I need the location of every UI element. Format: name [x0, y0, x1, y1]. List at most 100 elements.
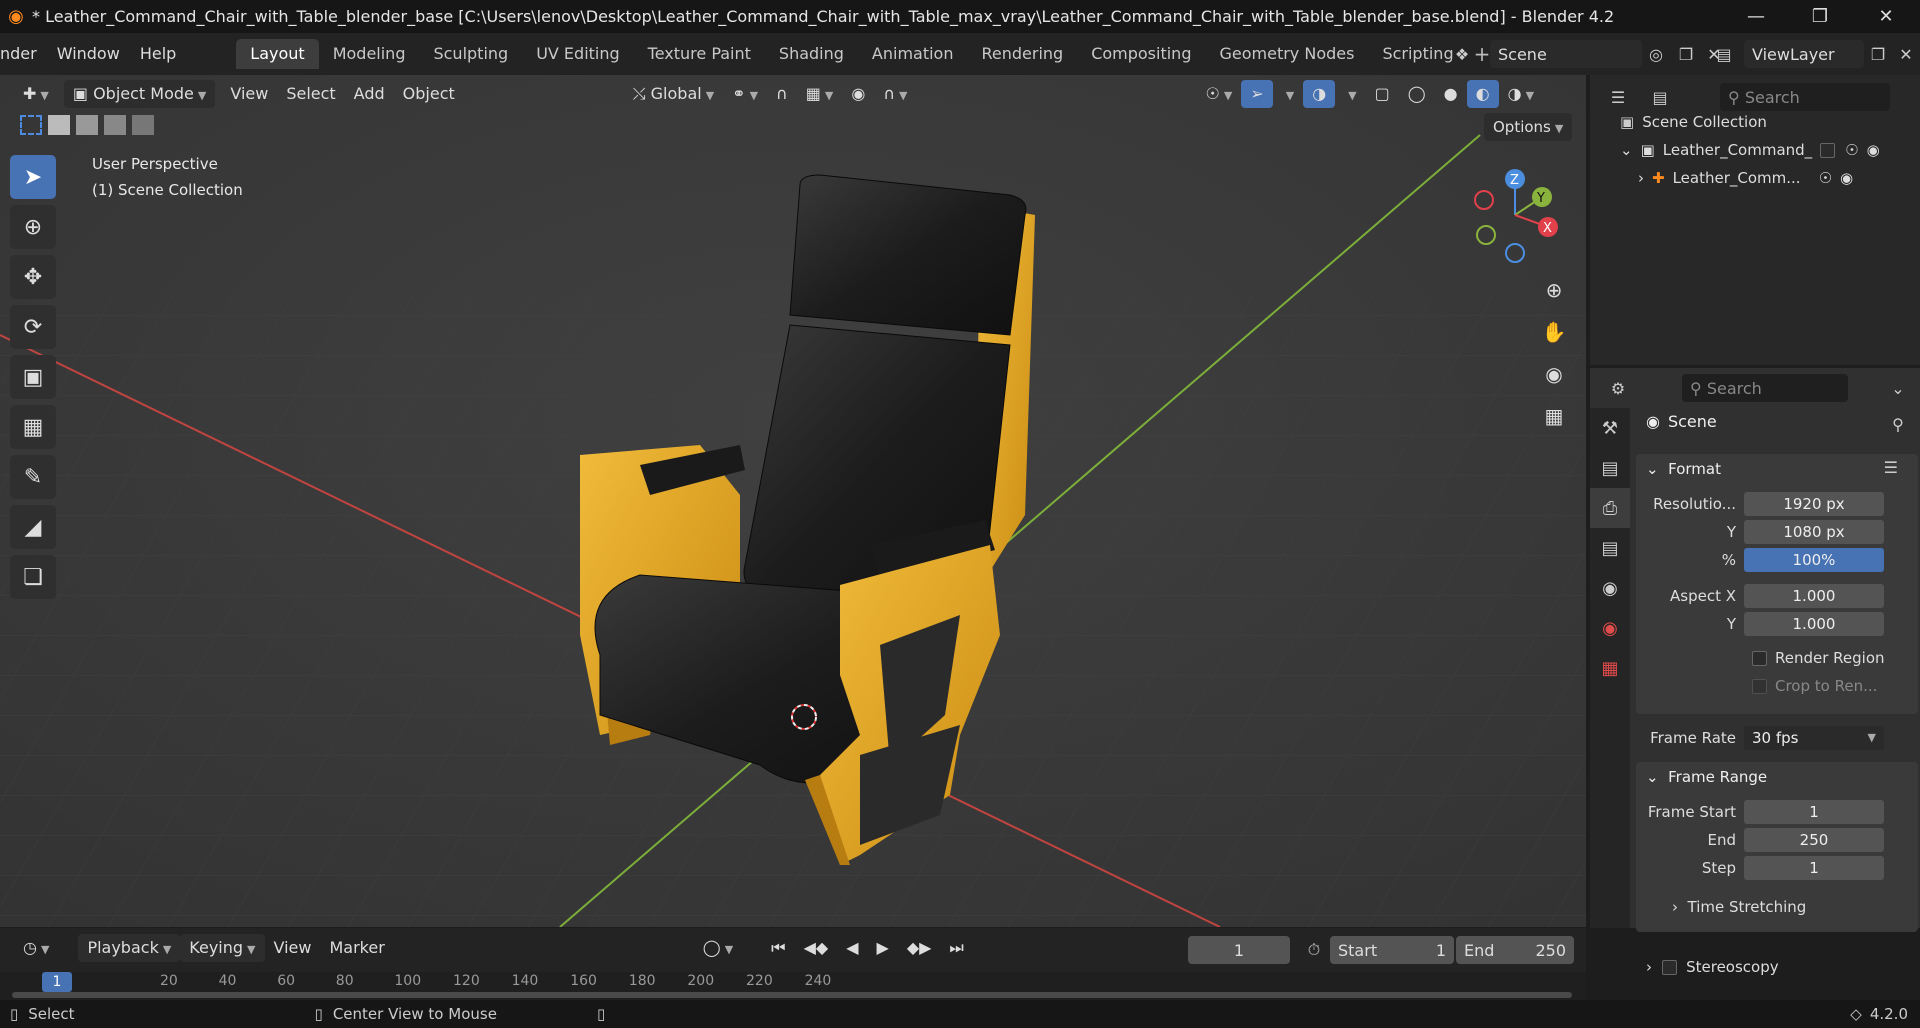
auto-keying-icon[interactable]: ◯ ▼: [694, 934, 742, 962]
select-invert-icon[interactable]: [104, 115, 126, 135]
tab-shading[interactable]: Shading: [765, 39, 858, 69]
outliner-search-input[interactable]: ⚲ Search: [1720, 83, 1890, 111]
maximize-button[interactable]: ❐: [1790, 0, 1850, 33]
menu-add[interactable]: Add: [345, 80, 394, 108]
visibility-icon[interactable]: ☉ ▼: [1197, 80, 1242, 108]
view-layer-tab-icon[interactable]: ▤: [1590, 528, 1630, 568]
navigation-gizmo[interactable]: Z Y X: [1470, 165, 1570, 265]
next-keyframe-icon[interactable]: ◆▶: [898, 934, 941, 962]
new-view-layer-icon[interactable]: ❐: [1864, 40, 1892, 68]
crop-checkbox-row[interactable]: Crop to Ren...: [1752, 672, 1918, 700]
gizmo-toggle-icon[interactable]: ➢: [1241, 80, 1273, 108]
select-extend-icon[interactable]: [48, 115, 70, 135]
output-tab-icon[interactable]: ⎙: [1590, 488, 1630, 528]
transform-tool-icon[interactable]: ▦: [10, 405, 56, 449]
frame-step-field[interactable]: 1: [1744, 856, 1884, 880]
annotate-tool-icon[interactable]: ✎: [10, 455, 56, 499]
rendered-shading-icon[interactable]: ◑ ▼: [1499, 80, 1543, 108]
world-tab-icon[interactable]: ◉: [1590, 608, 1630, 648]
camera-view-icon[interactable]: ◉: [1535, 355, 1573, 393]
scene-selector[interactable]: Scene: [1490, 40, 1642, 68]
timeline-scrollbar[interactable]: [12, 992, 1572, 998]
frame-ruler[interactable]: 120406080100120140160180200220240 1: [0, 972, 1586, 1000]
view-layer-icon[interactable]: ▤: [1710, 40, 1738, 68]
overlay-toggle-icon[interactable]: ◑: [1303, 80, 1336, 108]
end-frame-field[interactable]: End 250: [1456, 936, 1574, 964]
resolution-percent-field[interactable]: 100%: [1744, 548, 1884, 572]
chevron-down-icon[interactable]: ⌄: [1620, 141, 1633, 159]
outliner-item-collection[interactable]: ⌄ ▣ Leather_Command_ ☉ ◉: [1620, 141, 1920, 159]
tab-compositing[interactable]: Compositing: [1077, 39, 1205, 69]
resolution-y-field[interactable]: 1080 px: [1744, 520, 1884, 544]
render-tab-icon[interactable]: ▤: [1590, 448, 1630, 488]
playhead[interactable]: 1: [42, 972, 72, 992]
tab-texture-paint[interactable]: Texture Paint: [634, 39, 765, 69]
chevron-right-icon[interactable]: ›: [1638, 169, 1644, 187]
jump-end-icon[interactable]: ⏭: [940, 934, 972, 962]
select-intersect-icon[interactable]: [132, 115, 154, 135]
frame-start-field[interactable]: 1: [1744, 800, 1884, 824]
prev-keyframe-icon[interactable]: ◀◆: [795, 934, 838, 962]
properties-editor-icon[interactable]: ⚙: [1604, 374, 1632, 402]
options-button[interactable]: Options ▼: [1484, 113, 1573, 141]
orientation-selector[interactable]: ⤯ Global ▼: [624, 80, 723, 108]
timeline-editor-icon[interactable]: ◷ ▼: [14, 934, 58, 962]
tab-rendering[interactable]: Rendering: [967, 39, 1077, 69]
aspect-x-field[interactable]: 1.000: [1744, 584, 1884, 608]
time-stretching-subpanel[interactable]: › Time Stretching: [1672, 898, 1806, 916]
chevron-down-icon[interactable]: ⌄: [1884, 374, 1912, 402]
menu-window[interactable]: Window: [47, 33, 130, 75]
menu-view[interactable]: View: [221, 80, 277, 108]
tool-tab-icon[interactable]: ⚒: [1590, 408, 1630, 448]
jump-start-icon[interactable]: ⏮: [762, 934, 794, 962]
select-new-icon[interactable]: [20, 115, 42, 135]
eye-icon[interactable]: ☉: [1819, 169, 1832, 187]
material-shading-icon[interactable]: ◐: [1466, 80, 1499, 108]
tab-layout[interactable]: Layout: [236, 39, 319, 69]
scene-tab-icon[interactable]: ◉: [1590, 568, 1630, 608]
tab-uv-editing[interactable]: UV Editing: [522, 39, 633, 69]
presets-list-icon[interactable]: ☰: [1884, 458, 1898, 477]
select-subtract-icon[interactable]: [76, 115, 98, 135]
render-camera-icon[interactable]: ◉: [1840, 169, 1853, 187]
menu-render[interactable]: nder: [0, 33, 47, 75]
marker-menu[interactable]: Marker: [320, 934, 393, 962]
scene-collection-row[interactable]: ▣ Scene Collection: [1620, 113, 1767, 131]
stereoscopy-checkbox[interactable]: [1661, 960, 1677, 975]
select-box-tool-icon[interactable]: ➤: [10, 155, 56, 199]
texture-tab-icon[interactable]: ▦: [1590, 648, 1630, 688]
wireframe-shading-icon[interactable]: ◯: [1399, 80, 1435, 108]
crop-checkbox[interactable]: [1752, 678, 1767, 694]
stereoscopy-panel[interactable]: › Stereoscopy: [1646, 958, 1779, 976]
stopwatch-icon[interactable]: ⏱: [1300, 936, 1328, 964]
falloff-icon[interactable]: ∩ ▼: [874, 80, 916, 108]
play-icon[interactable]: ▶: [868, 934, 898, 962]
xray-icon[interactable]: ▢: [1366, 80, 1399, 108]
cursor-tool-icon[interactable]: ⊕: [10, 205, 56, 249]
pan-hand-icon[interactable]: ✋: [1535, 313, 1573, 351]
rotate-tool-icon[interactable]: ⟳: [10, 305, 56, 349]
zoom-icon[interactable]: ⊕: [1535, 271, 1573, 309]
scene-type-icon[interactable]: ❖: [1448, 40, 1476, 68]
start-frame-field[interactable]: Start 1: [1330, 936, 1454, 964]
solid-shading-icon[interactable]: ●: [1435, 80, 1467, 108]
current-frame-field[interactable]: 1: [1188, 936, 1290, 964]
tab-modeling[interactable]: Modeling: [319, 39, 420, 69]
frame-end-field[interactable]: 250: [1744, 828, 1884, 852]
play-reverse-icon[interactable]: ◀: [837, 934, 867, 962]
move-tool-icon[interactable]: ✥: [10, 255, 56, 299]
new-scene-icon[interactable]: ❐: [1672, 40, 1700, 68]
snap-icon[interactable]: ∩: [767, 80, 797, 108]
3d-viewport[interactable]: ✚ ▼ ▣ Object Mode ▼ View Select Add Object…: [0, 75, 1586, 927]
outliner-editor-icon[interactable]: ☰: [1604, 83, 1632, 111]
keying-menu[interactable]: Keying ▼: [180, 934, 265, 962]
pin-icon[interactable]: ◎: [1642, 40, 1670, 68]
gizmo-dropdown-icon[interactable]: ▼: [1273, 80, 1303, 108]
mode-selector[interactable]: ▣ Object Mode ▼: [63, 80, 216, 108]
editor-type-icon[interactable]: ✚ ▼: [14, 80, 58, 108]
aspect-y-field[interactable]: 1.000: [1744, 612, 1884, 636]
minimize-button[interactable]: —: [1726, 0, 1786, 33]
frame-range-header[interactable]: ⌄ Frame Range: [1646, 768, 1767, 786]
close-button[interactable]: ✕: [1856, 0, 1916, 33]
properties-search-input[interactable]: ⚲ Search: [1682, 374, 1848, 402]
